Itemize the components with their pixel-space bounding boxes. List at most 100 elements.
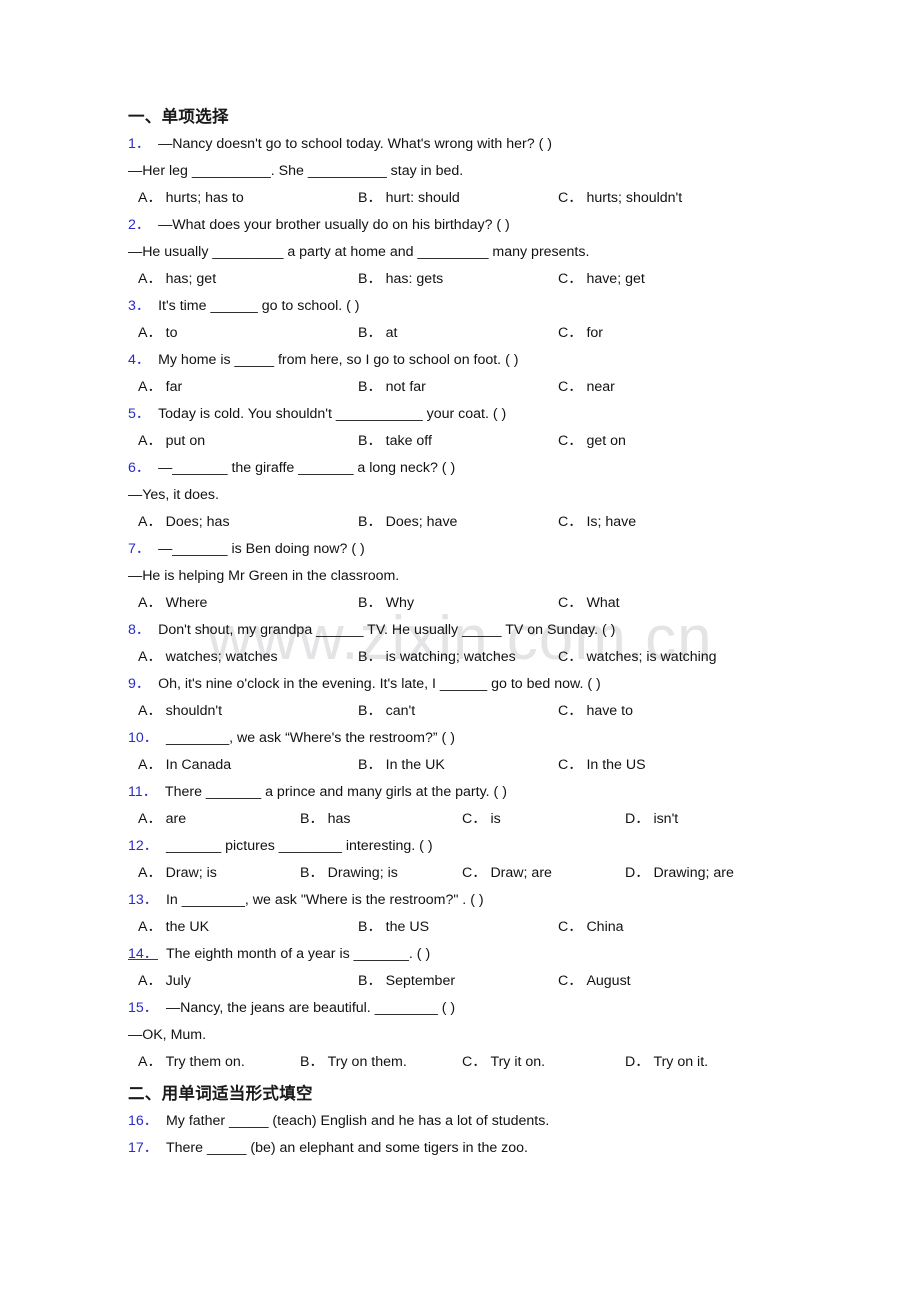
option-choice[interactable]: B． In the UK bbox=[358, 752, 445, 779]
option-label: China bbox=[586, 919, 624, 935]
option-letter: C． bbox=[558, 757, 583, 773]
option-choice[interactable]: A． are bbox=[138, 806, 186, 833]
option-row: A． Draw; is B． Drawing; is C． Draw; are D． Draw… bbox=[128, 860, 828, 887]
option-letter: A． bbox=[138, 190, 162, 206]
option-choice[interactable]: B． September bbox=[358, 968, 455, 995]
option-choice[interactable]: C． near bbox=[558, 374, 615, 401]
option-label: has: gets bbox=[385, 271, 444, 287]
question-stem: 3． It's time ______ go to school. ( ) bbox=[128, 293, 828, 320]
option-choice[interactable]: D． Drawing; are bbox=[625, 860, 734, 887]
question-number: 7． bbox=[128, 541, 151, 557]
option-letter: B． bbox=[358, 703, 382, 719]
option-choice[interactable]: C． have to bbox=[558, 698, 633, 725]
option-letter: C． bbox=[558, 703, 583, 719]
option-label: Try on them. bbox=[327, 1054, 407, 1070]
option-label: get on bbox=[586, 433, 626, 449]
question-stem: 14． The eighth month of a year is _______… bbox=[128, 941, 828, 968]
question-text: —Nancy, the jeans are beautiful. _______… bbox=[165, 1000, 456, 1016]
option-row: A． far B． not far C． near bbox=[128, 374, 828, 401]
option-choice[interactable]: B． has: gets bbox=[358, 266, 443, 293]
option-letter: B． bbox=[358, 514, 382, 530]
option-choice[interactable]: B． hurt: should bbox=[358, 185, 460, 212]
option-choice[interactable]: D． isn't bbox=[625, 806, 678, 833]
option-choice[interactable]: C． is bbox=[462, 806, 501, 833]
option-choice[interactable]: C． hurts; shouldn't bbox=[558, 185, 682, 212]
option-label: watches; is watching bbox=[586, 649, 717, 665]
option-choice[interactable]: C． watches; is watching bbox=[558, 644, 717, 671]
option-choice[interactable]: A． Try them on. bbox=[138, 1049, 245, 1076]
question-continuation: —He usually _________ a party at home an… bbox=[128, 244, 590, 260]
option-choice[interactable]: A． Draw; is bbox=[138, 860, 217, 887]
option-letter: C． bbox=[558, 190, 583, 206]
option-choice[interactable]: C． Try it on. bbox=[462, 1049, 545, 1076]
question-stem: 15． —Nancy, the jeans are beautiful. ____… bbox=[128, 995, 828, 1022]
option-choice[interactable]: A． shouldn't bbox=[138, 698, 222, 725]
option-choice[interactable]: A． Does; has bbox=[138, 509, 230, 536]
option-choice[interactable]: B． Does; have bbox=[358, 509, 457, 536]
option-row: A． to B． at C． for bbox=[128, 320, 828, 347]
question-text: —_______ the giraffe _______ a long neck… bbox=[158, 460, 456, 476]
option-letter: A． bbox=[138, 649, 162, 665]
option-choice[interactable]: B． at bbox=[358, 320, 398, 347]
option-row: A． Where B． Why C． What bbox=[128, 590, 828, 617]
question-number: 12． bbox=[128, 838, 158, 854]
question-number: 2． bbox=[128, 217, 151, 233]
question-number: 16． bbox=[128, 1113, 158, 1129]
option-choice[interactable]: C． Draw; are bbox=[462, 860, 552, 887]
option-label: In Canada bbox=[165, 757, 232, 773]
option-label: have to bbox=[586, 703, 633, 719]
option-row: A． put on B． take off C． get on bbox=[128, 428, 828, 455]
option-label: hurts; has to bbox=[165, 190, 244, 206]
section-heading: 二、用单词适当形式填空 bbox=[128, 1084, 313, 1103]
question-text: —What does your brother usually do on hi… bbox=[158, 217, 510, 233]
option-choice[interactable]: B． Drawing; is bbox=[300, 860, 398, 887]
option-letter: C． bbox=[558, 514, 583, 530]
option-choice[interactable]: B． Why bbox=[358, 590, 414, 617]
option-choice[interactable]: C． China bbox=[558, 914, 624, 941]
option-label: August bbox=[586, 973, 631, 989]
option-label: hurts; shouldn't bbox=[586, 190, 683, 206]
option-row: A． In Canada B． In the UK C． In the US bbox=[128, 752, 828, 779]
option-choice[interactable]: C． get on bbox=[558, 428, 626, 455]
option-choice[interactable]: A． the UK bbox=[138, 914, 209, 941]
option-letter: A． bbox=[138, 514, 162, 530]
option-choice[interactable]: C． August bbox=[558, 968, 631, 995]
option-choice[interactable]: B． Try on them. bbox=[300, 1049, 407, 1076]
option-choice[interactable]: A． watches; watches bbox=[138, 644, 278, 671]
option-choice[interactable]: A． In Canada bbox=[138, 752, 231, 779]
option-choice[interactable]: B． take off bbox=[358, 428, 432, 455]
option-choice[interactable]: B． can't bbox=[358, 698, 415, 725]
option-choice[interactable]: A． has; get bbox=[138, 266, 216, 293]
option-choice[interactable]: A． hurts; has to bbox=[138, 185, 244, 212]
option-row: A． July B． September C． August bbox=[128, 968, 828, 995]
option-choice[interactable]: D． Try on it. bbox=[625, 1049, 708, 1076]
option-row: A． has; get B． has: gets C． have; get bbox=[128, 266, 828, 293]
option-choice[interactable]: B． not far bbox=[358, 374, 426, 401]
option-choice[interactable]: C． for bbox=[558, 320, 603, 347]
question-text: There _______ a prince and many girls at… bbox=[164, 784, 507, 800]
option-label: have; get bbox=[586, 271, 645, 287]
option-choice[interactable]: A． put on bbox=[138, 428, 205, 455]
option-choice[interactable]: B． is watching; watches bbox=[358, 644, 516, 671]
option-choice[interactable]: B． the US bbox=[358, 914, 429, 941]
question-number: 4． bbox=[128, 352, 151, 368]
option-choice[interactable]: C． Is; have bbox=[558, 509, 636, 536]
option-letter: C． bbox=[558, 649, 583, 665]
option-letter: C． bbox=[558, 433, 583, 449]
option-choice[interactable]: B． has bbox=[300, 806, 351, 833]
option-choice[interactable]: A． Where bbox=[138, 590, 207, 617]
option-choice[interactable]: C． have; get bbox=[558, 266, 645, 293]
option-letter: A． bbox=[138, 1054, 162, 1070]
question-continuation: —Her leg __________. She __________ stay… bbox=[128, 163, 464, 179]
option-choice[interactable]: A． July bbox=[138, 968, 191, 995]
option-label: is bbox=[490, 811, 501, 827]
question-number: 14． bbox=[128, 946, 158, 962]
option-label: Try them on. bbox=[165, 1054, 245, 1070]
question-number: 6． bbox=[128, 460, 151, 476]
option-choice[interactable]: C． What bbox=[558, 590, 620, 617]
option-choice[interactable]: A． far bbox=[138, 374, 182, 401]
option-choice[interactable]: A． to bbox=[138, 320, 178, 347]
option-row: A． Does; has B． Does; have C． Is; have bbox=[128, 509, 828, 536]
option-choice[interactable]: C． In the US bbox=[558, 752, 646, 779]
option-label: can't bbox=[385, 703, 416, 719]
